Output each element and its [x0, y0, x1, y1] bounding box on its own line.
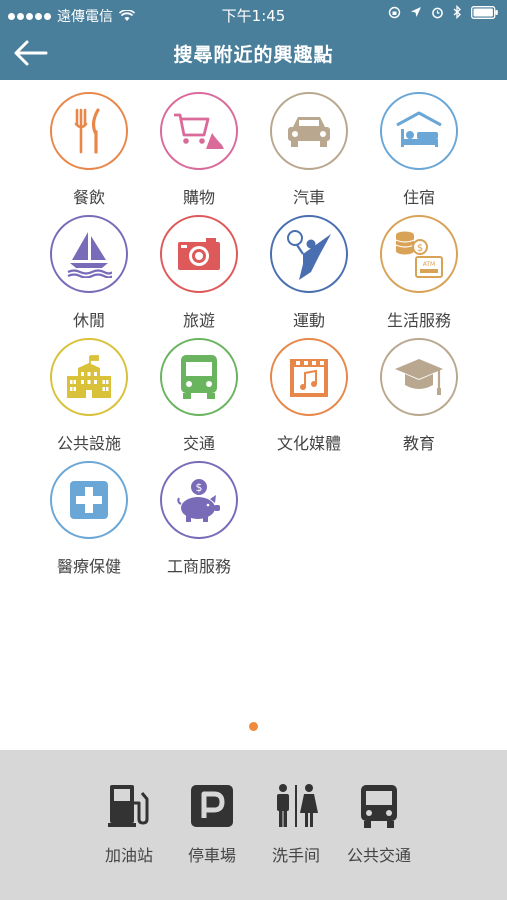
sailboat-icon: [67, 232, 112, 278]
bus-icon: [181, 355, 217, 399]
category-ring: [50, 92, 128, 170]
category-label: 工商服務: [166, 557, 231, 576]
quick-links-bar: 加油站 停車場 洗手间 公共交通: [0, 750, 507, 900]
camera-icon: [178, 238, 220, 270]
quick-link-label: 公共交通: [346, 846, 411, 865]
alarm-icon: [432, 7, 443, 18]
location-arrow-icon: [411, 7, 421, 17]
car-icon: [288, 117, 330, 147]
category-medical[interactable]: 醫療保健: [34, 453, 144, 576]
category-ring: [380, 338, 458, 416]
page-indicator-dot: [249, 722, 258, 731]
category-ring: [50, 461, 128, 539]
piggy-bank-icon: $: [177, 479, 220, 522]
category-ring: [270, 338, 348, 416]
svg-text:$: $: [196, 481, 203, 494]
category-ring: [50, 215, 128, 293]
gas-station-icon: [108, 785, 149, 827]
category-ring: [160, 338, 238, 416]
music-calendar-icon: [290, 359, 328, 397]
nav-bar: 搜尋附近的興趣點: [0, 28, 507, 80]
category-ring: [160, 215, 238, 293]
graduation-cap-icon: [395, 359, 443, 395]
bed-icon: [396, 111, 442, 147]
category-education[interactable]: 教育: [364, 330, 474, 453]
utensils-icon: [74, 108, 100, 154]
category-label: 住宿: [402, 188, 435, 207]
category-label: 教育: [402, 434, 435, 453]
svg-text:ATM: ATM: [423, 261, 435, 268]
category-ring: [160, 92, 238, 170]
category-culture-media[interactable]: 文化媒體: [254, 330, 364, 453]
category-ring: $ ATM: [380, 215, 458, 293]
orientation-lock-icon: [388, 6, 401, 18]
public-transport-icon: [361, 785, 397, 828]
battery-icon: [471, 5, 498, 19]
quick-link-icon-wrap: [105, 782, 153, 830]
status-right: [388, 5, 499, 19]
medical-cross-icon: [70, 481, 108, 519]
quick-link-icon-wrap: [272, 782, 320, 830]
category-auto[interactable]: 汽車: [254, 84, 364, 207]
category-label: 生活服務: [386, 311, 451, 330]
category-life-services[interactable]: $ ATM 生活服務: [364, 207, 474, 330]
quick-link-public-transport[interactable]: 公共交通: [336, 782, 422, 872]
quick-link-icon-wrap: [188, 782, 236, 830]
shopping-cart-icon: [174, 113, 224, 149]
status-bar: 遠傳電信 下午1:45: [0, 0, 507, 28]
building-icon: [67, 355, 111, 398]
category-shopping[interactable]: 購物: [144, 84, 254, 207]
category-sports[interactable]: 運動: [254, 207, 364, 330]
bluetooth-icon: [453, 5, 461, 19]
category-public-facilities[interactable]: 公共設施: [34, 330, 144, 453]
category-ring: [50, 338, 128, 416]
category-leisure[interactable]: 休閒: [34, 207, 144, 330]
category-lodging[interactable]: 住宿: [364, 84, 474, 207]
quick-link-icon-wrap: [355, 782, 403, 830]
category-transport[interactable]: 交通: [144, 330, 254, 453]
svg-text:$: $: [417, 243, 423, 254]
category-ring: $: [160, 461, 238, 539]
category-travel[interactable]: 旅遊: [144, 207, 254, 330]
tennis-player-icon: [287, 230, 331, 280]
category-business-services[interactable]: $ 工商服務: [144, 453, 254, 576]
category-ring: [380, 92, 458, 170]
category-ring: [270, 92, 348, 170]
page-title: 搜尋附近的興趣點: [173, 44, 334, 66]
category-dining[interactable]: 餐飲: [34, 84, 144, 207]
parking-icon: [191, 785, 233, 827]
category-ring: [270, 215, 348, 293]
restroom-icon: [277, 784, 318, 827]
atm-coins-icon: $ ATM: [395, 231, 443, 278]
